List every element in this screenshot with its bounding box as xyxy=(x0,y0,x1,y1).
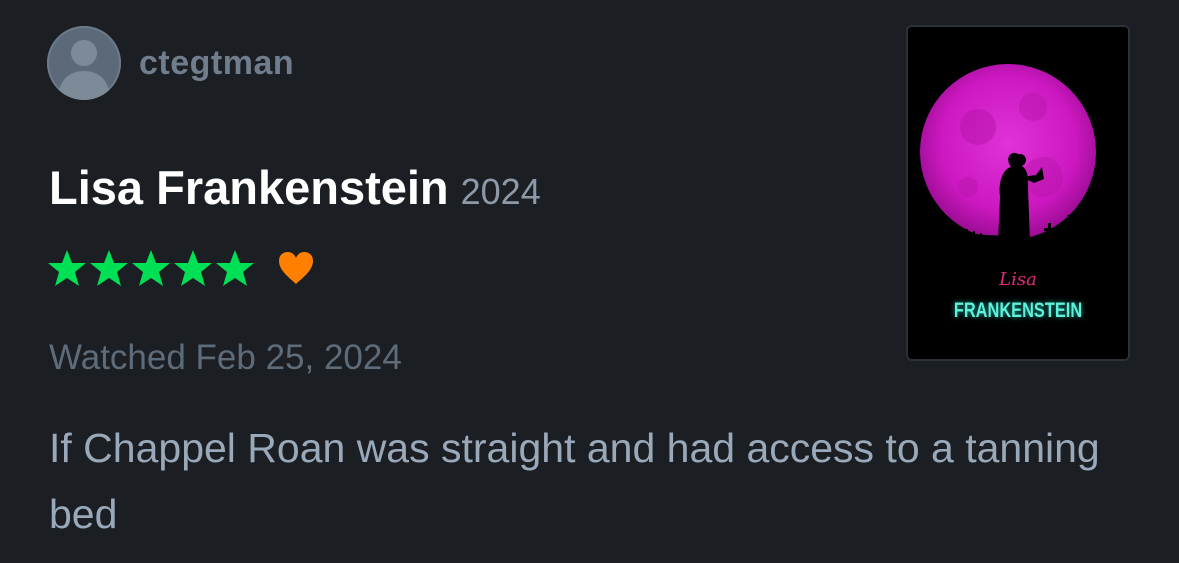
star-icon xyxy=(216,250,254,286)
poster-title-text: FRANKENSTEIN xyxy=(953,299,1083,322)
avatar[interactable] xyxy=(47,26,121,100)
rating xyxy=(47,248,315,288)
star-icon xyxy=(90,250,128,286)
star-icon xyxy=(132,250,170,286)
film-year[interactable]: 2024 xyxy=(461,171,541,213)
film-heading: Lisa Frankenstein 2024 xyxy=(49,160,541,215)
star-icon xyxy=(174,250,212,286)
review-text: If Chappel Roan was straight and had acc… xyxy=(49,425,1100,537)
person-icon xyxy=(57,40,111,100)
star-icon xyxy=(48,250,86,286)
poster-script-text: Lisa xyxy=(999,269,1037,290)
watched-date: Watched Feb 25, 2024 xyxy=(49,338,402,377)
heart-icon xyxy=(279,252,313,284)
user-header[interactable]: ctegtman xyxy=(47,26,294,100)
film-title[interactable]: Lisa Frankenstein xyxy=(49,160,449,215)
username[interactable]: ctegtman xyxy=(139,44,294,83)
film-poster[interactable]: Lisa FRANKENSTEIN xyxy=(906,25,1130,361)
